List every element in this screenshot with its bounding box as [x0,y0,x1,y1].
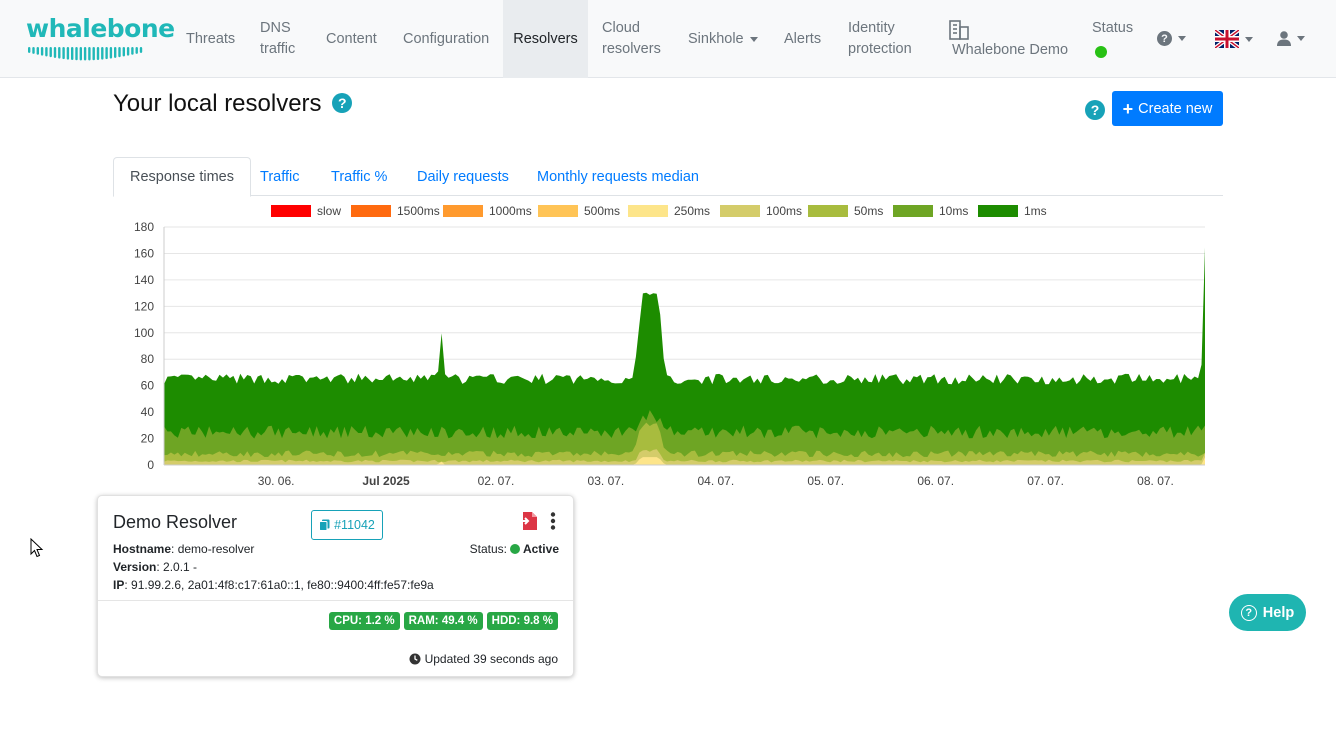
whalebone-logo[interactable]: whalebone [26,14,175,62]
y-tick-label: 60 [141,379,155,393]
chevron-down-icon [1245,36,1253,42]
y-tick-label: 40 [141,405,155,419]
active-dot-icon [509,544,520,554]
ram-badge: RAM: 49.4 % [403,612,483,630]
legend-label-1ms: 1ms [1024,204,1047,218]
legend-label-100ms: 100ms [766,204,802,218]
x-tick-label: Jul 2025 [362,474,410,488]
y-tick-label: 100 [134,326,154,340]
nav-configuration[interactable]: Configuration [403,0,489,78]
y-tick-label: 80 [141,352,155,366]
chevron-down-icon [1178,36,1186,41]
nav-cloud-resolvers[interactable]: Cloud resolvers [602,0,661,78]
chevron-down-icon [749,36,758,42]
legend-swatch-100ms [720,205,760,217]
legend-swatch-500ms [538,205,578,217]
y-tick-label: 120 [134,299,154,313]
logo-waves-icon [28,47,143,61]
user-icon [1277,31,1291,46]
organization-name[interactable]: Whalebone Demo [952,42,1068,58]
tab-response-times[interactable]: Response times [113,157,251,197]
legend-swatch-1ms [978,205,1018,217]
nav-resolvers[interactable]: Resolvers [503,0,588,78]
tab-monthly-requests-median[interactable]: Monthly requests median [537,157,699,196]
chart-tabs: Response times Traffic Traffic % Daily r… [113,157,1223,197]
y-tick-label: 160 [134,246,154,260]
response-times-chart-svg: slow 1500ms 1000ms 500ms 250ms 100ms 50ms 10ms 1… [134,204,1205,488]
cpu-badge: CPU: 1.2 % [328,612,400,630]
nav-identity-protection[interactable]: Identity protection [848,0,912,78]
x-tick-label: 30. 06. [258,474,295,488]
top-navbar: whalebone Threats DNS traffic Content Con… [0,0,1336,78]
legend-swatch-slow [271,205,311,217]
y-tick-label: 140 [134,273,154,287]
x-tick-label: 02. 07. [478,474,515,488]
help-menu[interactable]: ? [1157,31,1186,46]
mouse-cursor-icon [30,537,44,563]
nav-threats[interactable]: Threats [186,0,235,78]
chevron-down-icon [1297,36,1305,41]
plus-icon: + [1122,98,1134,119]
x-tick-label: 03. 07. [588,474,625,488]
legend-label-1500ms: 1500ms [397,204,440,218]
export-file-icon[interactable] [520,511,538,536]
legend-swatch-1500ms [351,205,391,217]
clock-icon [409,653,421,665]
page-help-icon[interactable]: ? [1085,100,1105,120]
x-tick-label: 08. 07. [1137,474,1174,488]
x-tick-label: 07. 07. [1027,474,1064,488]
hdd-badge: HDD: 9.8 % [486,612,558,630]
nav-sinkhole[interactable]: Sinkhole [688,0,758,78]
more-options-icon[interactable] [550,512,556,535]
y-tick-label: 0 [147,458,154,472]
x-tick-label: 05. 07. [807,474,844,488]
question-circle-icon: ? [1157,31,1172,46]
copy-icon [319,519,330,531]
legend-swatch-250ms [628,205,668,217]
legend-label-50ms: 50ms [854,204,883,218]
legend-label-500ms: 500ms [584,204,620,218]
x-tick-label: 04. 07. [697,474,734,488]
title-help-icon[interactable]: ? [332,93,353,113]
card-divider [98,600,573,601]
nav-content[interactable]: Content [326,0,377,78]
legend-label-slow: slow [317,204,341,218]
resolver-card[interactable]: Demo Resolver #11042 Hostname: demo-reso… [97,495,574,677]
status-indicator [1095,45,1107,63]
legend-label-250ms: 250ms [674,204,710,218]
tab-traffic-percent[interactable]: Traffic % [331,157,387,196]
legend-label-10ms: 10ms [939,204,968,218]
status-dot-icon [1095,46,1107,58]
last-updated: Updated 39 seconds ago [409,652,558,666]
resolver-ip: IP: 91.99.2.6, 2a01:4f8:c17:61a0::1, fe8… [113,578,434,592]
nav-alerts[interactable]: Alerts [784,0,821,78]
uk-flag-icon [1215,30,1239,48]
resource-badges: CPU: 1.2 % RAM: 49.4 % HDD: 9.8 % [328,612,558,630]
user-menu[interactable] [1277,31,1305,46]
help-widget-button[interactable]: ? Help [1229,594,1306,631]
resolver-version: Version: 2.0.1 - [113,560,198,574]
legend-swatch-50ms [808,205,848,217]
legend-swatch-10ms [893,205,933,217]
y-tick-label: 20 [141,432,155,446]
question-circle-icon: ? [1240,604,1257,621]
legend-label-1000ms: 1000ms [489,204,532,218]
legend-swatch-1000ms [443,205,483,217]
response-times-chart: slow 1500ms 1000ms 500ms 250ms 100ms 50ms 10ms 1… [113,198,1223,493]
tab-traffic[interactable]: Traffic [260,157,299,196]
y-tick-label: 180 [134,220,154,234]
status-label: Status [1092,20,1134,36]
language-menu[interactable] [1215,30,1253,48]
tab-daily-requests[interactable]: Daily requests [417,157,509,196]
create-new-button[interactable]: + Create new [1112,91,1223,126]
page-title: Your local resolvers ? [113,90,353,118]
copy-id-button[interactable]: #11042 [311,510,383,540]
x-tick-label: 06. 07. [917,474,954,488]
nav-dns-traffic[interactable]: DNS traffic [260,0,295,78]
resolver-hostname: Hostname: demo-resolver [113,542,255,556]
resolver-status: Status: Active [469,542,559,556]
resolver-name: Demo Resolver [113,512,238,532]
